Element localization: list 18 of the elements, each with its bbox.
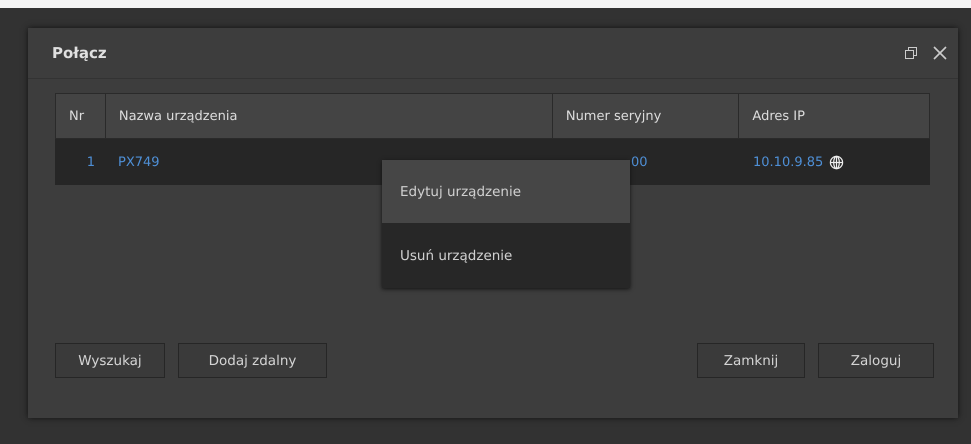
column-header[interactable]: Nazwa urządzenia: [106, 94, 553, 138]
close-icon[interactable]: [932, 45, 948, 61]
menu-item[interactable]: Edytuj urządzenie: [382, 160, 630, 223]
table-cell-text: PX749: [117, 154, 161, 172]
window-title: Połącz: [52, 44, 107, 62]
table-cell-text: 1: [86, 154, 96, 172]
dialog-button[interactable]: Zaloguj: [818, 343, 934, 378]
column-header[interactable]: Adres IP: [739, 94, 929, 138]
dialog-button[interactable]: Dodaj zdalny: [178, 343, 327, 378]
table-cell-text: 00: [630, 154, 649, 172]
dialog-button[interactable]: Wyszukaj: [55, 343, 165, 378]
menu-item[interactable]: Usuń urządzenie: [382, 223, 630, 288]
globe-icon[interactable]: [829, 154, 844, 170]
dialog-button[interactable]: Zamknij: [697, 343, 805, 378]
column-header[interactable]: Numer seryjny: [552, 94, 740, 138]
table-cell: 10.10.9.85: [753, 154, 824, 170]
column-header[interactable]: Nr: [56, 94, 106, 138]
restore-icon[interactable]: [904, 46, 918, 60]
